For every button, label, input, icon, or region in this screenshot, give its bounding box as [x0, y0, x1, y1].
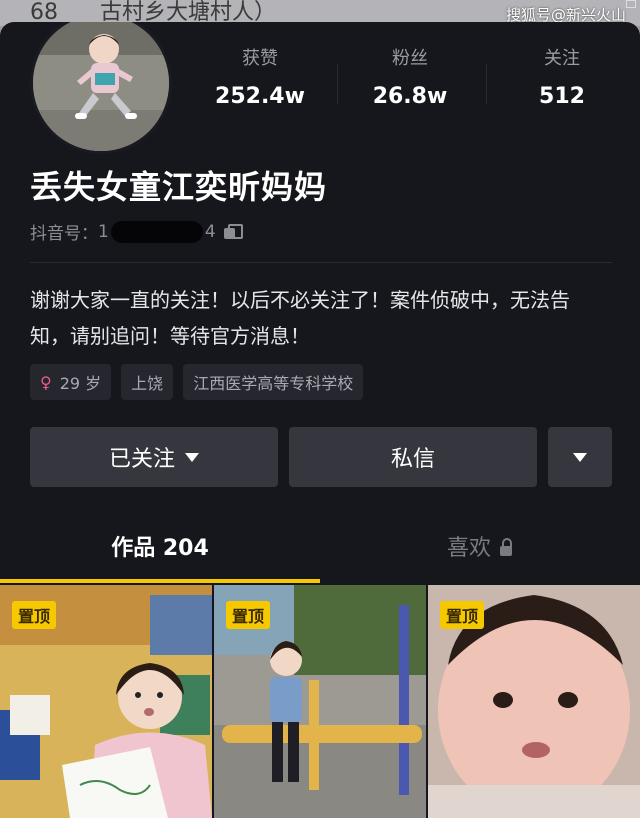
profile-stats: 获赞 252.4w 粉丝 26.8w 关注 512 [190, 44, 630, 114]
douyin-id-label: 抖音号： [30, 224, 98, 244]
followed-button[interactable]: 已关注 [30, 427, 278, 487]
tag-age: ♀ 29 岁 [30, 364, 112, 400]
stat-value: 26.8w [372, 84, 448, 109]
chevron-down-icon [573, 452, 587, 462]
profile-bio: 谢谢大家一直的关注！以后不必关注了！案件侦破中，无法告知，请别追问！等待官方消息… [30, 288, 570, 348]
watermark-box [626, 0, 636, 8]
stat-following[interactable]: 关注 512 [492, 44, 632, 109]
stat-divider [486, 64, 487, 104]
tab-works-label: 作品 [111, 536, 156, 561]
stat-value: 252.4w [215, 84, 305, 109]
tab-works[interactable]: 作品 204 [0, 530, 320, 562]
stat-label: 获赞 [242, 48, 278, 69]
stat-value: 512 [539, 84, 585, 109]
douyin-id-start: 1 [98, 221, 109, 242]
pinned-badge: 置顶 [226, 601, 271, 629]
divider [30, 262, 612, 263]
lock-icon [499, 538, 513, 556]
video-thumbnail[interactable]: 置顶 [428, 585, 640, 818]
redaction-bar [110, 220, 203, 243]
video-thumbnail[interactable]: 置顶 [214, 585, 426, 818]
tag-location: 上饶 [121, 364, 174, 400]
followed-button-label: 已关注 [108, 447, 175, 472]
douyin-id: 抖音号： 1 4 [30, 219, 243, 244]
stat-label: 粉丝 [392, 48, 428, 69]
pinned-badge: 置顶 [12, 601, 57, 629]
video-grid: 置顶 置顶 置顶 [0, 585, 640, 818]
message-button[interactable]: 私信 [289, 427, 537, 487]
chevron-down-icon [185, 452, 199, 462]
message-button-label: 私信 [390, 447, 435, 472]
tag-school: 江西医学高等专科学校 [183, 364, 364, 400]
douyin-id-end: 4 [204, 221, 216, 242]
female-icon: ♀ [40, 372, 52, 392]
tag-age-label: 29 岁 [59, 374, 102, 393]
tab-likes[interactable]: 喜欢 [320, 530, 640, 562]
more-dropdown-button[interactable] [548, 427, 612, 487]
pinned-badge: 置顶 [440, 601, 485, 629]
copy-icon[interactable] [223, 223, 243, 240]
stat-followers[interactable]: 粉丝 26.8w [340, 44, 480, 109]
profile-tags: ♀ 29 岁 上饶 江西医学高等专科学校 [30, 364, 364, 400]
profile-panel: 获赞 252.4w 粉丝 26.8w 关注 512 丢失女童江奕昕妈妈 抖音号：… [0, 22, 640, 818]
profile-name: 丢失女童江奕昕妈妈 [30, 168, 328, 206]
stat-divider [337, 64, 338, 104]
video-thumbnail[interactable]: 置顶 [0, 585, 212, 818]
avatar[interactable] [30, 22, 172, 154]
tab-works-count: 204 [162, 536, 209, 561]
stat-likes[interactable]: 获赞 252.4w [190, 44, 330, 109]
stat-label: 关注 [544, 48, 580, 69]
tab-likes-label: 喜欢 [446, 536, 491, 561]
active-tab-indicator [0, 579, 320, 583]
